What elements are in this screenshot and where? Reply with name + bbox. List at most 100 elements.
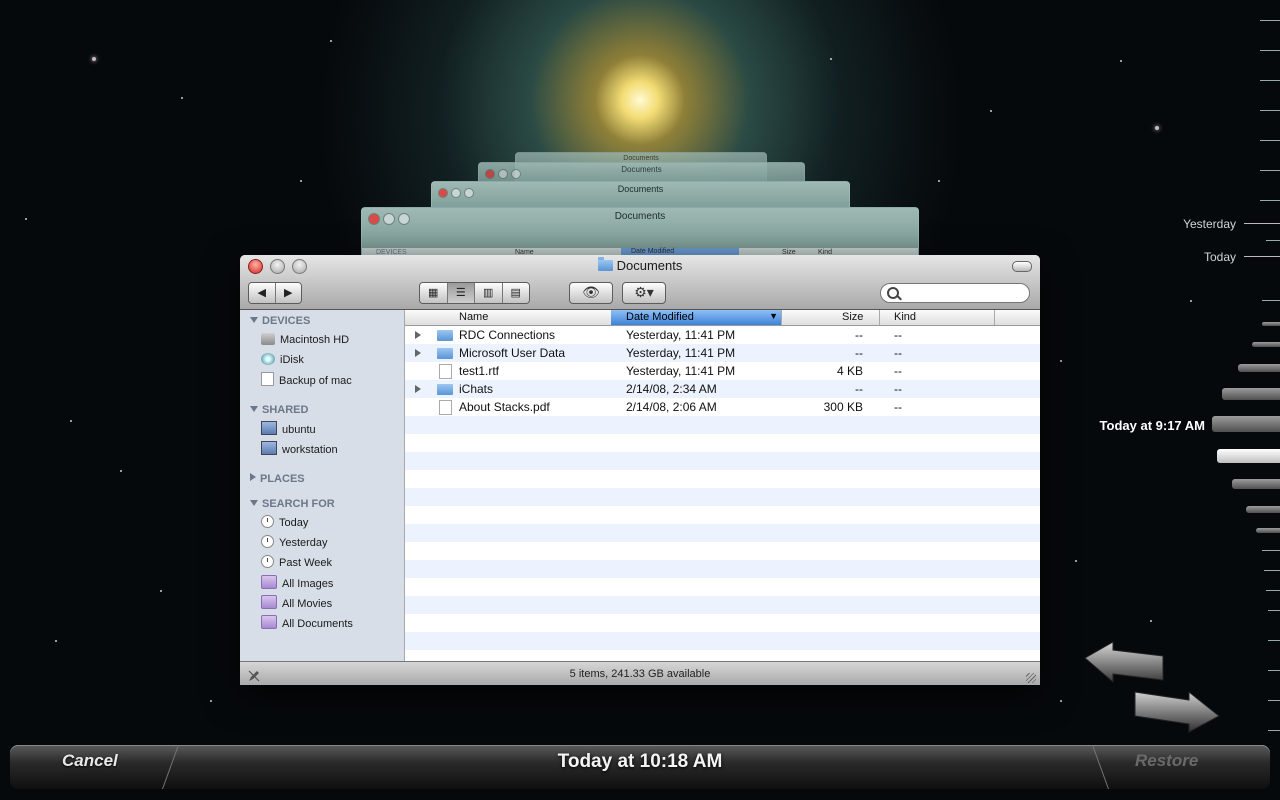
sidebar-item-all-movies[interactable]: All Movies	[261, 595, 332, 611]
timeline-yesterday-label[interactable]: Yesterday	[1183, 217, 1236, 231]
restore-button[interactable]: Restore	[1135, 751, 1198, 771]
sidebar-item-ubuntu[interactable]: ubuntu	[261, 421, 316, 437]
resize-grip-icon[interactable]	[1026, 673, 1036, 683]
idisk-icon	[261, 353, 275, 365]
folder-icon	[597, 257, 613, 271]
sidebar-item-past-week[interactable]: Past Week	[261, 555, 332, 571]
icon-view-button[interactable]: ▦	[420, 283, 448, 303]
timeline-tick[interactable]	[1260, 80, 1280, 81]
quick-look-button[interactable]: 👁	[569, 282, 613, 304]
timeline-tick[interactable]	[1268, 640, 1280, 641]
sidebar-item-today[interactable]: Today	[261, 515, 308, 531]
sidebar-item-macintosh-hd[interactable]: Macintosh HD	[261, 332, 349, 348]
column-view-button[interactable]: ▥	[475, 283, 503, 303]
back-in-time-arrow-icon[interactable]	[1083, 640, 1165, 685]
clock-icon	[261, 535, 274, 548]
coverflow-view-button[interactable]: ▤	[502, 283, 529, 303]
smart-folder-icon	[261, 615, 277, 629]
timeline-bar[interactable]	[1262, 322, 1280, 326]
history-window-title: Documents	[621, 165, 662, 174]
title-bar[interactable]: Documents ◀ ▶ ▦ ☰ ▥ ▤ 👁 ⚙▾	[240, 255, 1040, 310]
sidebar-places-header[interactable]: PLACES	[250, 473, 305, 485]
table-row[interactable]: RDC Connections Yesterday, 11:41 PM -- -…	[405, 326, 1040, 344]
timeline-bar[interactable]	[1252, 342, 1280, 347]
timeline-tick[interactable]	[1266, 590, 1280, 591]
sidebar: DEVICES Macintosh HD iDisk Backup of mac…	[240, 310, 405, 661]
smart-folder-icon	[261, 595, 277, 609]
timeline-tick[interactable]	[1260, 200, 1280, 201]
forward-button[interactable]: ▶	[275, 283, 301, 303]
timeline-tick[interactable]	[1262, 300, 1280, 301]
folder-icon	[437, 384, 453, 395]
timeline-tick[interactable]	[1260, 110, 1280, 111]
disclosure-triangle-icon[interactable]	[415, 385, 421, 393]
folder-icon	[437, 348, 453, 359]
disclosure-triangle-icon[interactable]	[415, 349, 421, 357]
timeline-tick[interactable]	[1268, 610, 1280, 611]
status-bar: 5 items, 241.33 GB available	[240, 661, 1040, 685]
sidebar-shared-header[interactable]: SHARED	[250, 404, 308, 416]
sidebar-item-workstation[interactable]: workstation	[261, 441, 338, 457]
table-row[interactable]: iChats 2/14/08, 2:34 AM -- --	[405, 380, 1040, 398]
sidebar-item-all-documents[interactable]: All Documents	[261, 615, 353, 631]
timeline-current-label: Today at 9:17 AM	[1099, 418, 1205, 433]
column-name-header[interactable]: Name	[459, 311, 488, 323]
timeline-bar[interactable]	[1246, 506, 1280, 513]
column-header: Name Date Modified ▼ Size Kind	[405, 310, 1040, 326]
timeline-tick[interactable]	[1260, 50, 1280, 51]
cancel-button[interactable]: Cancel	[62, 751, 118, 771]
view-switcher: ▦ ☰ ▥ ▤	[419, 282, 530, 304]
history-window-title: Documents	[614, 211, 666, 222]
disclosure-triangle-icon[interactable]	[415, 331, 421, 339]
timeline-bar[interactable]	[1238, 364, 1280, 372]
file-rows: RDC Connections Yesterday, 11:41 PM -- -…	[405, 326, 1040, 661]
search-icon	[887, 287, 899, 299]
action-menu-button[interactable]: ⚙▾	[622, 282, 666, 304]
sidebar-item-idisk[interactable]: iDisk	[261, 352, 304, 368]
timeline-selected-bar[interactable]	[1217, 449, 1280, 463]
sidebar-search-header[interactable]: SEARCH FOR	[250, 498, 335, 510]
timeline-tick[interactable]	[1262, 550, 1280, 551]
timeline-bar[interactable]	[1222, 388, 1280, 400]
column-size-header[interactable]: Size	[842, 311, 863, 323]
sidebar-item-all-images[interactable]: All Images	[261, 575, 333, 591]
clock-icon	[261, 555, 274, 568]
timeline-tick[interactable]	[1260, 170, 1280, 171]
table-row[interactable]: test1.rtf Yesterday, 11:41 PM 4 KB --	[405, 362, 1040, 380]
status-text: 5 items, 241.33 GB available	[569, 668, 711, 680]
timeline-tick[interactable]	[1268, 670, 1280, 671]
column-date-header[interactable]: Date Modified ▼	[611, 310, 781, 325]
timeline-tick[interactable]	[1260, 20, 1280, 21]
timeline-tick[interactable]	[1260, 140, 1280, 141]
pdf-document-icon	[439, 400, 452, 415]
file-list: Name Date Modified ▼ Size Kind RDC Connec…	[405, 310, 1040, 661]
timeline-bar[interactable]	[1256, 528, 1280, 533]
sort-descending-icon: ▼	[769, 311, 778, 321]
timeline-tick[interactable]	[1244, 256, 1280, 257]
forward-in-time-arrow-icon[interactable]	[1131, 686, 1221, 734]
timeline-today-label[interactable]: Today	[1204, 250, 1236, 264]
toolbar-toggle-button[interactable]	[1012, 261, 1032, 272]
computer-icon	[261, 421, 277, 435]
timeline-tick[interactable]	[1266, 240, 1280, 241]
clock-icon	[261, 515, 274, 528]
timeline-current-bar[interactable]	[1212, 416, 1280, 432]
sidebar-item-yesterday[interactable]: Yesterday	[261, 535, 328, 551]
table-row[interactable]: About Stacks.pdf 2/14/08, 2:06 AM 300 KB…	[405, 398, 1040, 416]
column-kind-header[interactable]: Kind	[894, 311, 916, 323]
window-title-text: Documents	[616, 258, 683, 273]
table-row[interactable]: Microsoft User Data Yesterday, 11:41 PM …	[405, 344, 1040, 362]
timeline-tick[interactable]	[1268, 700, 1280, 701]
pencil-icon	[248, 667, 260, 682]
timeline-bar[interactable]	[1232, 479, 1280, 489]
list-view-button[interactable]: ☰	[447, 283, 475, 303]
folder-icon	[437, 330, 453, 341]
back-button[interactable]: ◀	[249, 283, 276, 303]
timeline-tick[interactable]	[1264, 570, 1280, 571]
timeline-tick[interactable]	[1244, 223, 1280, 224]
sidebar-item-backup[interactable]: Backup of mac	[261, 372, 352, 388]
timeline-tick[interactable]	[1268, 730, 1280, 731]
sidebar-devices-header[interactable]: DEVICES	[250, 315, 310, 327]
search-field[interactable]	[880, 283, 1030, 303]
nav-buttons: ◀ ▶	[248, 282, 302, 304]
